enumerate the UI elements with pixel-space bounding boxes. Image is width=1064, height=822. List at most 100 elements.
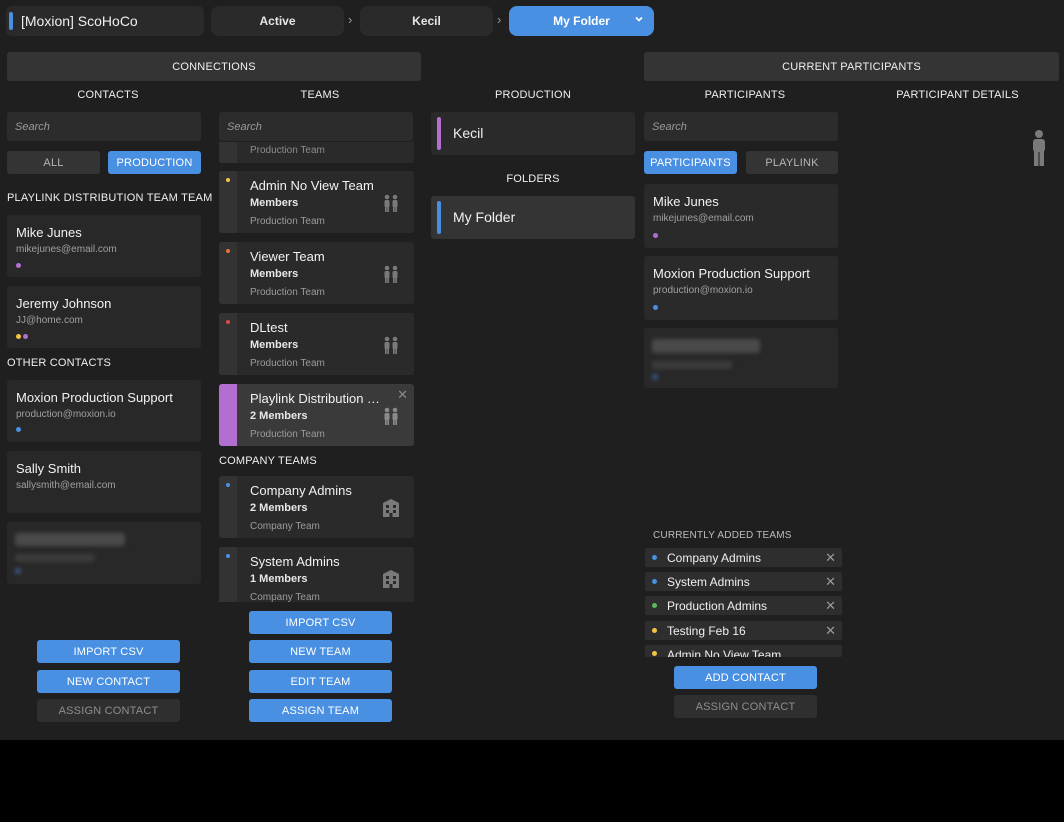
- filter-all-button[interactable]: ALL: [7, 151, 100, 174]
- blurred-text: [15, 554, 95, 562]
- participant-card[interactable]: Moxion Production Support production@mox…: [644, 256, 838, 320]
- participants-search-input[interactable]: [644, 112, 838, 141]
- group-label-other: OTHER CONTACTS: [7, 357, 112, 369]
- app-window: [Moxion] ScoHoCo Active › Kecil › My Fol…: [0, 0, 1064, 740]
- participant-name: Moxion Production Support: [653, 266, 810, 281]
- added-team-name: Admin No View Team: [667, 648, 782, 657]
- chevron-right-icon: ›: [497, 12, 502, 27]
- contact-name: Moxion Production Support: [16, 390, 173, 405]
- team-members: 2 Members: [250, 502, 308, 514]
- team-dots: [16, 427, 21, 432]
- team-color-dot: [226, 320, 230, 324]
- blurred-participant-card: [644, 328, 838, 388]
- team-dot: [652, 579, 657, 584]
- filter-production-button[interactable]: PRODUCTION: [108, 151, 201, 174]
- contact-card[interactable]: Jeremy Johnson JJ@home.com: [7, 286, 201, 348]
- group-label-company-teams: COMPANY TEAMS: [219, 455, 317, 467]
- contact-email: sallysmith@email.com: [16, 480, 116, 491]
- contacts-search-field[interactable]: [15, 120, 193, 133]
- participant-card[interactable]: Mike Junes mikejunes@email.com: [644, 184, 838, 248]
- production-label: PRODUCTION: [495, 89, 571, 101]
- assign-team-button[interactable]: ASSIGN TEAM: [249, 699, 392, 722]
- folder-item[interactable]: My Folder: [431, 196, 635, 239]
- added-team-item[interactable]: System Admins ✕: [645, 572, 842, 591]
- contact-email: JJ@home.com: [16, 315, 83, 326]
- team-card[interactable]: Viewer Team Members Production Team: [219, 242, 414, 304]
- tab-participants[interactable]: PARTICIPANTS: [644, 151, 737, 174]
- remove-icon[interactable]: ✕: [825, 574, 836, 590]
- assign-contact-button[interactable]: ASSIGN CONTACT: [37, 699, 180, 722]
- add-contact-button[interactable]: ADD CONTACT: [674, 666, 817, 689]
- team-type: Production Team: [250, 429, 325, 440]
- blurred-dot: [15, 568, 21, 574]
- team-members: 1 Members: [250, 573, 308, 585]
- tab-playlink[interactable]: PLAYLINK: [746, 151, 838, 174]
- team-dot: [652, 651, 657, 656]
- blurred-text: [652, 361, 732, 369]
- contact-name: Sally Smith: [16, 461, 82, 476]
- team-color-dot: [226, 249, 230, 253]
- team-card[interactable]: DLtest Members Production Team: [219, 313, 414, 375]
- import-csv-contacts-button[interactable]: IMPORT CSV: [37, 640, 180, 663]
- contact-card[interactable]: Mike Junes mikejunes@email.com: [7, 215, 201, 277]
- team-members: 2 Members: [250, 410, 308, 422]
- contact-card[interactable]: Moxion Production Support production@mox…: [7, 380, 201, 442]
- production-item[interactable]: Kecil: [431, 112, 635, 155]
- breadcrumb-production[interactable]: Kecil: [360, 6, 493, 36]
- import-csv-teams-button[interactable]: IMPORT CSV: [249, 611, 392, 634]
- remove-icon[interactable]: ✕: [825, 550, 836, 566]
- team-dot: [652, 555, 657, 560]
- team-card[interactable]: Company Admins 2 Members Company Team: [219, 476, 414, 538]
- breadcrumb-active[interactable]: Active: [211, 6, 344, 36]
- team-color-dot: [226, 483, 230, 487]
- contact-card[interactable]: Sally Smith sallysmith@email.com: [7, 451, 201, 513]
- current-participants-header: CURRENT PARTICIPANTS: [644, 52, 1059, 81]
- added-team-item[interactable]: Admin No View Team: [645, 645, 842, 657]
- new-team-button[interactable]: NEW TEAM: [249, 640, 392, 663]
- added-team-item[interactable]: Company Admins ✕: [645, 548, 842, 567]
- blurred-contact-card: [7, 522, 201, 584]
- person-icon: [1030, 129, 1048, 172]
- team-members: Members: [250, 268, 299, 280]
- breadcrumb-active-label: Active: [259, 14, 296, 28]
- close-icon[interactable]: ✕: [397, 387, 408, 403]
- team-dot: [16, 427, 21, 432]
- current-participants-title: CURRENT PARTICIPANTS: [782, 60, 921, 73]
- contact-name: Mike Junes: [16, 225, 82, 240]
- teams-search-input[interactable]: [219, 112, 413, 141]
- team-card[interactable]: Admin No View Team Members Production Te…: [219, 171, 414, 233]
- currently-added-teams-label: CURRENTLY ADDED TEAMS: [653, 530, 792, 541]
- team-card[interactable]: System Admins 1 Members Company Team: [219, 547, 414, 609]
- contacts-label: CONTACTS: [77, 89, 139, 101]
- breadcrumb-folder-dropdown[interactable]: My Folder: [509, 6, 654, 36]
- participant-email: mikejunes@email.com: [653, 213, 754, 224]
- teams-search-field[interactable]: [227, 120, 405, 133]
- team-card-selected[interactable]: Playlink Distribution Team 2 Members Pro…: [219, 384, 414, 446]
- assign-contact-participants-button[interactable]: ASSIGN CONTACT: [674, 695, 817, 718]
- production-item-label: Kecil: [453, 125, 484, 141]
- edit-team-button[interactable]: EDIT TEAM: [249, 670, 392, 693]
- remove-icon[interactable]: ✕: [825, 598, 836, 614]
- connections-header: CONNECTIONS: [7, 52, 421, 81]
- added-team-item[interactable]: Testing Feb 16 ✕: [645, 621, 842, 640]
- app-title[interactable]: [Moxion] ScoHoCo: [6, 6, 204, 36]
- team-card-partial[interactable]: Production Team: [219, 142, 414, 163]
- app-title-accent: [9, 12, 13, 30]
- connections-title: CONNECTIONS: [172, 60, 256, 73]
- remove-icon[interactable]: ✕: [825, 623, 836, 639]
- teams-label: TEAMS: [300, 89, 340, 101]
- contact-name: Jeremy Johnson: [16, 296, 112, 311]
- team-type: Company Team: [250, 521, 320, 532]
- people-icon: [381, 335, 401, 355]
- team-members: Members: [250, 197, 299, 209]
- team-dots: [16, 263, 21, 268]
- team-name: DLtest: [250, 320, 288, 335]
- new-contact-button[interactable]: NEW CONTACT: [37, 670, 180, 693]
- participants-label: PARTICIPANTS: [704, 89, 786, 101]
- contact-email: mikejunes@email.com: [16, 244, 117, 255]
- contacts-search-input[interactable]: [7, 112, 201, 141]
- participants-search-field[interactable]: [652, 120, 830, 133]
- team-type: Production Team: [250, 358, 325, 369]
- added-team-item[interactable]: Production Admins ✕: [645, 596, 842, 615]
- group-label-playlink: PLAYLINK DISTRIBUTION TEAM TEAM: [7, 192, 213, 204]
